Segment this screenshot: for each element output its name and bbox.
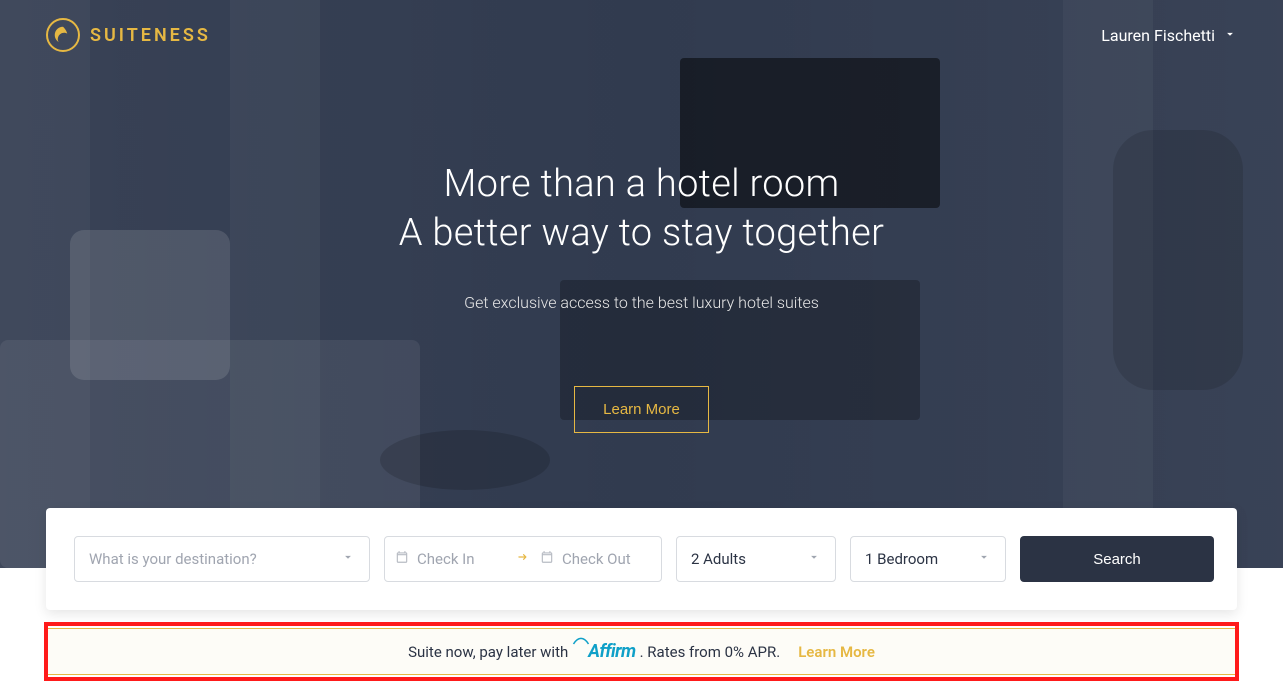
destination-placeholder: What is your destination?	[89, 550, 257, 568]
hero-headline-line2: A better way to stay together	[399, 211, 884, 255]
brand-name: SUITENESS	[90, 25, 211, 46]
user-name: Lauren Fischetti	[1101, 26, 1215, 45]
checkout-placeholder: Check Out	[562, 550, 631, 568]
chevron-down-icon	[341, 550, 355, 568]
brand-logo-icon	[46, 18, 80, 52]
destination-select[interactable]: What is your destination?	[74, 536, 370, 582]
affirm-text-after: . Rates from 0% APR.	[640, 643, 781, 661]
topbar: SUITENESS Lauren Fischetti	[0, 0, 1283, 52]
hero-headline: More than a hotel room A better way to s…	[0, 160, 1283, 259]
affirm-learn-more-link[interactable]: Learn More	[798, 643, 875, 661]
affirm-text-before: Suite now, pay later with	[408, 643, 568, 661]
chevron-down-icon	[1223, 26, 1237, 45]
guests-value: 2 Adults	[691, 550, 746, 568]
hero-headline-line1: More than a hotel room	[444, 162, 840, 206]
date-range-field[interactable]: Check In Check Out	[384, 536, 662, 582]
checkin-placeholder: Check In	[417, 550, 475, 568]
affirm-banner-wrap: Suite now, pay later with Affirm . Rates…	[46, 628, 1237, 675]
guests-select[interactable]: 2 Adults	[676, 536, 836, 582]
affirm-logo: Affirm	[572, 641, 635, 662]
chevron-down-icon	[807, 550, 821, 568]
learn-more-button[interactable]: Learn More	[574, 386, 709, 433]
bedrooms-select[interactable]: 1 Bedroom	[850, 536, 1006, 582]
checkout-field[interactable]: Check Out	[540, 550, 651, 568]
hero-subhead: Get exclusive access to the best luxury …	[0, 293, 1283, 312]
hero-section: SUITENESS Lauren Fischetti More than a h…	[0, 0, 1283, 568]
hero-content: More than a hotel room A better way to s…	[0, 52, 1283, 433]
calendar-icon	[395, 550, 409, 568]
search-button[interactable]: Search	[1020, 536, 1214, 582]
search-card: What is your destination? Check In Check…	[46, 508, 1237, 610]
checkin-field[interactable]: Check In	[395, 550, 506, 568]
calendar-icon	[540, 550, 554, 568]
brand-logo[interactable]: SUITENESS	[46, 18, 211, 52]
bedrooms-value: 1 Bedroom	[865, 550, 938, 568]
user-menu[interactable]: Lauren Fischetti	[1101, 26, 1237, 45]
chevron-down-icon	[977, 550, 991, 568]
affirm-banner: Suite now, pay later with Affirm . Rates…	[46, 628, 1237, 675]
affirm-logo-text: Affirm	[588, 641, 635, 662]
arrow-right-icon	[516, 550, 530, 568]
